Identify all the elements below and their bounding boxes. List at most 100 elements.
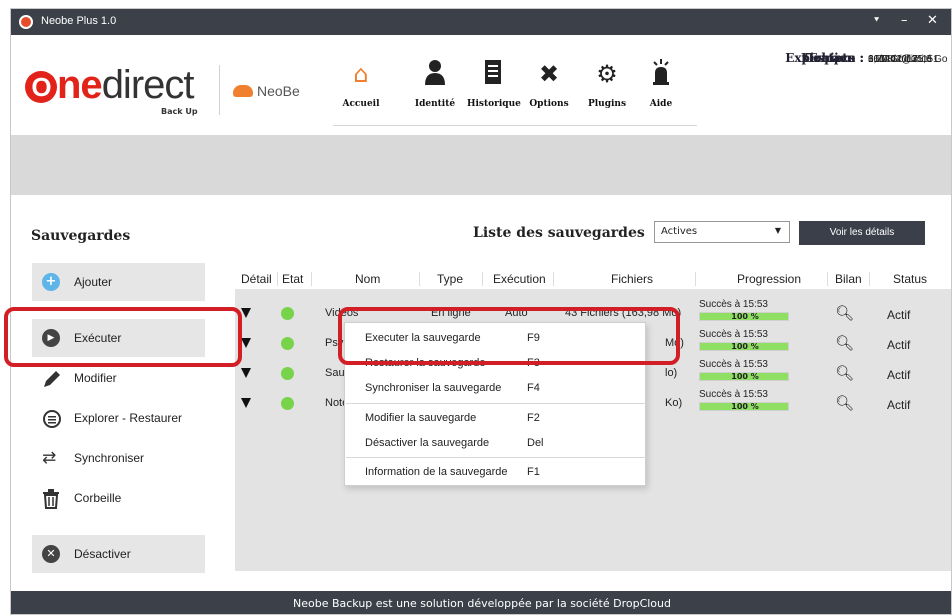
- col-execution[interactable]: Exécution: [493, 272, 546, 286]
- sync-icon: ⇄: [42, 448, 57, 468]
- home-icon: ⌂: [353, 60, 369, 88]
- col-fichiers[interactable]: Fichiers: [611, 272, 653, 286]
- row-name: Vidéos: [325, 307, 359, 319]
- tab-identite[interactable]: Identité: [413, 59, 457, 109]
- progress-bar: 100 %: [699, 372, 789, 381]
- tools-icon: ✖: [538, 60, 560, 88]
- status-dot: [281, 307, 294, 320]
- expand-triangle-icon[interactable]: [241, 308, 251, 318]
- minimize-button[interactable]: –: [901, 13, 908, 28]
- col-detail[interactable]: Détail: [241, 272, 272, 286]
- status-text: Actif: [887, 398, 911, 412]
- status-text: Actif: [887, 368, 911, 382]
- x-circle-icon: ✕: [42, 545, 60, 563]
- alarm-light-icon: [639, 59, 683, 89]
- cloud-icon: [233, 85, 253, 97]
- tab-plugins[interactable]: ⚙ Plugins: [585, 59, 629, 109]
- modify-button[interactable]: Modifier: [32, 359, 205, 397]
- footer: Neobe Backup est une solution développée…: [11, 591, 951, 614]
- progress-bar: 100 %: [699, 342, 789, 351]
- magnifier-icon[interactable]: 🔍︎: [835, 364, 854, 382]
- menu-item-modify[interactable]: Modifier la sauvegarde F2: [345, 408, 645, 430]
- menu-separator: [346, 457, 646, 458]
- app-window: Neobe Plus 1.0 ⯆ – ✕ Onedirect Back Up N…: [10, 8, 952, 615]
- window-title: Neobe Plus 1.0: [41, 15, 117, 27]
- col-progression[interactable]: Progression: [737, 272, 801, 286]
- title-bar: Neobe Plus 1.0 ⯆ – ✕: [11, 9, 951, 35]
- menu-item-synchronize[interactable]: Synchroniser la sauvegarde F4: [345, 378, 645, 400]
- menu-item-execute[interactable]: Executer la sauvegarde F9: [345, 328, 645, 350]
- divider: [219, 65, 220, 115]
- row-execution: Auto: [505, 307, 528, 319]
- row-files: Mo): [665, 337, 684, 349]
- col-nom[interactable]: Nom: [355, 272, 380, 286]
- header: Onedirect Back Up NeoBe ⌂ Accueil Identi…: [11, 35, 951, 135]
- menu-item-deactivate[interactable]: Désactiver la sauvegarde Del: [345, 433, 645, 455]
- play-circle-icon: ▶: [42, 329, 60, 347]
- toolbar-underline: [333, 125, 697, 126]
- progress-bar: 100 %: [699, 312, 789, 321]
- progress-label: Succès à 15:53: [699, 329, 768, 340]
- status-dot: [281, 367, 294, 380]
- col-etat[interactable]: Etat: [282, 272, 303, 286]
- progress-label: Succès à 15:53: [699, 389, 768, 400]
- row-files: Ko): [665, 397, 683, 409]
- col-type[interactable]: Type: [437, 272, 463, 286]
- add-button[interactable]: + Ajouter: [32, 263, 205, 301]
- row-files: 43 Fichiers (163,98 Mo): [565, 307, 682, 319]
- progress-label: Succès à 15:53: [699, 359, 768, 370]
- row-files: lo): [665, 367, 678, 379]
- menu-item-information[interactable]: Information de la sauvegarde F1: [345, 462, 645, 484]
- status-text: Actif: [887, 308, 911, 322]
- space-value: 6,77 Go / 25,0 Go: [868, 54, 948, 65]
- pencil-icon: [42, 369, 60, 387]
- col-status[interactable]: Status: [893, 272, 927, 286]
- tab-historique[interactable]: Historique: [467, 59, 521, 109]
- explore-icon: [42, 409, 61, 428]
- sidebar-title: Sauvegardes: [31, 228, 131, 244]
- menu-separator: [346, 403, 646, 404]
- col-bilan[interactable]: Bilan: [835, 272, 862, 286]
- close-button[interactable]: ✕: [927, 13, 938, 28]
- gears-icon: ⚙: [596, 60, 618, 88]
- magnifier-icon[interactable]: 🔍︎: [835, 394, 854, 412]
- row-type: En ligne: [431, 307, 471, 319]
- dropdown-menu-button[interactable]: ⯆: [873, 16, 880, 26]
- plus-circle-icon: +: [42, 273, 60, 291]
- status-dot: [281, 337, 294, 350]
- space-key: Espace :: [808, 51, 864, 65]
- tab-options[interactable]: ✖ Options: [527, 59, 571, 109]
- neobe-logo: NeoBe: [233, 83, 300, 99]
- tab-accueil[interactable]: ⌂ Accueil: [339, 59, 383, 109]
- explore-restore-button[interactable]: Explorer - Restaurer: [32, 399, 205, 437]
- view-details-button[interactable]: Voir les détails: [799, 221, 925, 245]
- table-header: Détail Etat Nom Type Exécution Fichiers …: [235, 269, 951, 289]
- trash-icon: [42, 489, 60, 509]
- app-logo-icon: [19, 15, 33, 29]
- status-dot: [281, 397, 294, 410]
- expand-triangle-icon[interactable]: [241, 398, 251, 408]
- user-icon: [413, 59, 457, 89]
- chevron-down-icon: ▼: [774, 226, 781, 235]
- expand-triangle-icon[interactable]: [241, 368, 251, 378]
- backup-sublabel: Back Up: [161, 107, 198, 116]
- magnifier-icon[interactable]: 🔍︎: [835, 304, 854, 322]
- sidebar: Sauvegardes + Ajouter ▶ Exécuter Modifie…: [11, 195, 235, 599]
- document-icon: [467, 59, 519, 89]
- magnifier-icon[interactable]: 🔍︎: [835, 334, 854, 352]
- execute-button[interactable]: ▶ Exécuter: [32, 319, 205, 357]
- banner-area: [11, 135, 951, 195]
- status-text: Actif: [887, 338, 911, 352]
- progress-bar: 100 %: [699, 402, 789, 411]
- deactivate-button[interactable]: ✕ Désactiver: [32, 535, 205, 573]
- progress-label: Succès à 15:53: [699, 299, 768, 310]
- list-title: Liste des sauvegardes: [473, 225, 645, 241]
- expand-triangle-icon[interactable]: [241, 338, 251, 348]
- filter-select[interactable]: Actives ▼: [654, 221, 790, 243]
- menu-item-restore[interactable]: Restaurer la sauvegarde F3: [345, 353, 645, 375]
- onedirect-logo: Onedirect: [25, 65, 194, 105]
- trash-button[interactable]: Corbeille: [32, 479, 205, 517]
- tab-aide[interactable]: Aide: [639, 59, 683, 109]
- context-menu: Executer la sauvegarde F9 Restaurer la sa…: [344, 322, 646, 486]
- synchronize-button[interactable]: ⇄ Synchroniser: [32, 439, 205, 477]
